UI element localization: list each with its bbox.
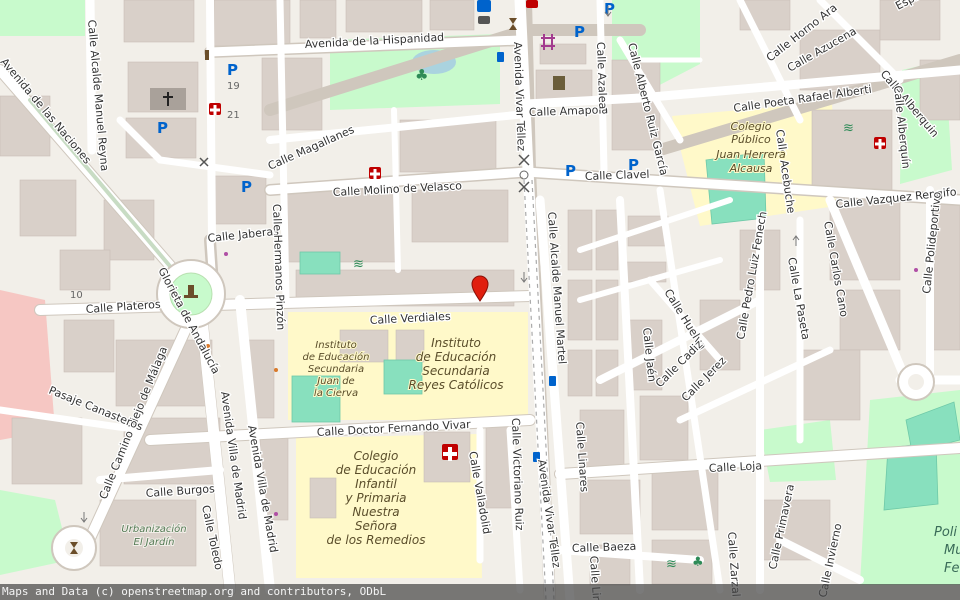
map-view[interactable]: P P P P P P P ♣ ≋ ≋ ≋ ♣ 19 21 10 Avenida… (0, 0, 960, 600)
attribution: Maps and Data (c) openstreetmap.org and … (0, 584, 960, 600)
garden-icon: ♣ (415, 66, 428, 84)
parking-icon: P (565, 162, 576, 180)
svg-text:Infantil: Infantil (355, 477, 397, 491)
svg-text:Juan de: Juan de (315, 376, 354, 387)
svg-text:de los Remedios: de los Remedios (327, 533, 426, 547)
poi-dot (224, 252, 228, 256)
svg-text:Reyes Católicos: Reyes Católicos (409, 378, 504, 392)
svg-text:Nuestra: Nuestra (352, 505, 399, 519)
house-number: 21 (227, 110, 240, 121)
parking-icon: P (574, 23, 585, 41)
parking-icon: P (604, 0, 615, 18)
poi-dot (914, 268, 918, 272)
svg-text:Mu: Mu (944, 543, 960, 558)
pharmacy-icon (526, 0, 538, 8)
svg-text:Señora: Señora (355, 519, 397, 533)
svg-text:de Educación: de Educación (336, 463, 416, 477)
svg-text:Instituto: Instituto (315, 340, 357, 351)
bus-stop-icon (549, 376, 556, 386)
street-label: Calle Baeza (572, 540, 637, 555)
svg-text:y Primaria: y Primaria (344, 491, 406, 505)
svg-text:Secundaria: Secundaria (308, 364, 364, 375)
svg-text:Público: Público (731, 133, 771, 146)
fuel-icon (477, 0, 491, 12)
svg-text:Secundaria: Secundaria (422, 364, 489, 378)
svg-text:Fe: Fe (944, 561, 959, 576)
svg-text:de Educación: de Educación (302, 351, 369, 363)
street-label: Calle Azalea (594, 42, 609, 110)
svg-text:El Jardín: El Jardín (134, 536, 175, 548)
pharmacy-icon (874, 137, 886, 149)
svg-text:Colegio: Colegio (730, 120, 771, 133)
svg-text:Alcausa: Alcausa (729, 162, 773, 175)
street-label: Calle Clavel (585, 168, 650, 183)
memorial-icon (553, 76, 565, 90)
monument-icon (205, 50, 209, 60)
car-icon (478, 16, 490, 24)
map-canvas: P P P P P P P ♣ ≋ ≋ ≋ ♣ 19 21 10 Avenida… (0, 0, 960, 600)
svg-text:Colegio: Colegio (354, 449, 399, 463)
parking-icon: P (227, 61, 238, 79)
church-icon (150, 88, 186, 110)
pharmacy-icon (209, 103, 221, 115)
swimming-icon: ≋ (666, 557, 677, 572)
pharmacy-icon (369, 167, 381, 179)
park-northwest (0, 0, 85, 36)
parking-icon: P (241, 178, 252, 196)
swimming-icon: ♣ (692, 555, 704, 570)
svg-text:Poli: Poli (934, 525, 957, 540)
bus-stop-icon (497, 52, 504, 62)
svg-text:Urbanización: Urbanización (121, 523, 186, 535)
svg-text:la Cierva: la Cierva (314, 388, 358, 399)
svg-text:Instituto: Instituto (431, 336, 481, 350)
swimming-icon: ≋ (353, 257, 364, 272)
parking-icon: P (157, 119, 168, 137)
svg-text:Juan Herrera: Juan Herrera (714, 148, 786, 161)
street-label: Calle Loja (708, 459, 762, 475)
house-number: 10 (70, 290, 83, 301)
swimming-icon: ≋ (843, 121, 854, 136)
pitch-verdiales (299, 251, 341, 275)
svg-text:de Educación: de Educación (416, 350, 496, 364)
poi-dot (274, 368, 278, 372)
house-number: 19 (227, 81, 240, 92)
hospital-icon (442, 444, 458, 461)
